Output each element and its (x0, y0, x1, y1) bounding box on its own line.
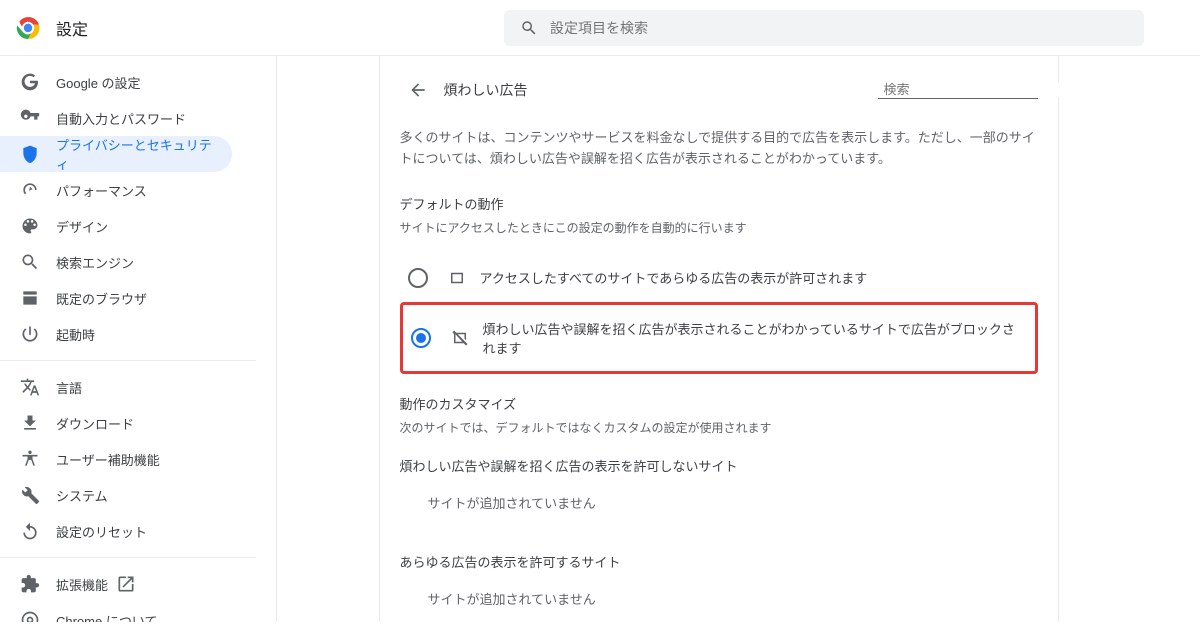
open-external-icon (116, 574, 136, 594)
allow-heading: あらゆる広告の表示を許可するサイト (400, 552, 1038, 571)
shield-icon (20, 144, 40, 164)
chrome-outline-icon (20, 610, 40, 622)
radio-icon (408, 268, 428, 288)
sidebar-item-label: システム (56, 486, 108, 505)
accessibility-icon (20, 449, 40, 469)
sidebar-item-system[interactable]: システム (0, 477, 232, 513)
sidebar-item-performance[interactable]: パフォーマンス (0, 172, 232, 208)
content-title: 煩わしい広告 (444, 80, 878, 100)
palette-icon (20, 216, 40, 236)
sidebar-item-ext[interactable]: 拡張機能 (0, 566, 232, 602)
sidebar-item-label: パフォーマンス (56, 181, 147, 200)
sidebar-item-browser[interactable]: 既定のブラウザ (0, 280, 232, 316)
radio-icon (411, 328, 431, 348)
sidebar-item-a11y[interactable]: ユーザー補助機能 (0, 441, 232, 477)
custom-sub: 次のサイトでは、デフォルトではなくカスタムの設定が使用されます (400, 419, 1038, 436)
sidebar-item-label: 設定のリセット (56, 522, 147, 541)
chrome-logo-icon (16, 16, 40, 40)
content-description: 多くのサイトは、コンテンツやサービスを料金なしで提供する目的で広告を表示します。… (400, 128, 1038, 170)
sidebar-item-label: プライバシーとセキュリティ (56, 135, 212, 173)
sidebar-item-lang[interactable]: 言語 (0, 369, 232, 405)
sidebar-item-label: デザイン (56, 217, 108, 236)
search-input[interactable] (550, 20, 1128, 36)
speed-icon (20, 180, 40, 200)
arrow-back-icon (408, 80, 428, 100)
back-button[interactable] (400, 72, 436, 108)
radio-label: アクセスしたすべてのサイトであらゆる広告の表示が許可されます (480, 268, 868, 287)
sidebar-item-label: Google の設定 (56, 73, 141, 92)
sidebar-item-label: ダウンロード (56, 414, 134, 433)
browser-icon (20, 288, 40, 308)
sidebar-item-privacy[interactable]: プライバシーとセキュリティ (0, 136, 232, 172)
empty-allow-list: サイトが追加されていません (400, 577, 1038, 628)
divider (0, 557, 256, 558)
content-search-input[interactable] (884, 82, 1060, 97)
google-g-icon (20, 72, 40, 92)
sidebar-item-design[interactable]: デザイン (0, 208, 232, 244)
sidebar-item-label: 起動時 (56, 325, 95, 344)
translate-icon (20, 377, 40, 397)
page-title: 設定 (56, 16, 88, 40)
default-sub: サイトにアクセスしたときにこの設定の動作を自動的に行います (400, 219, 1038, 236)
sidebar-item-label: 既定のブラウザ (56, 289, 147, 308)
wrench-icon (20, 485, 40, 505)
sidebar-item-search[interactable]: 検索エンジン (0, 244, 232, 280)
sidebar-item-label: 検索エンジン (56, 253, 134, 272)
radio-label: 煩わしい広告や誤解を招く広告が表示されることがわかっているサイトで広告がブロック… (483, 319, 1027, 357)
sidebar-item-label: 自動入力とパスワード (56, 109, 186, 128)
radio-block-intrusive[interactable]: 煩わしい広告や誤解を招く広告が表示されることがわかっているサイトで広告がブロック… (400, 302, 1038, 374)
search-engine-icon (20, 252, 40, 272)
sidebar-item-dl[interactable]: ダウンロード (0, 405, 232, 441)
search-icon (520, 19, 538, 37)
block-heading: 煩わしい広告や誤解を招く広告の表示を許可しないサイト (400, 456, 1038, 475)
extension-icon (20, 574, 40, 594)
default-heading: デフォルトの動作 (400, 194, 1038, 213)
download-icon (20, 413, 40, 433)
radio-allow-all[interactable]: アクセスしたすべてのサイトであらゆる広告の表示が許可されます (400, 254, 1038, 302)
sidebar-item-about[interactable]: Chrome について (0, 602, 232, 622)
key-icon (20, 108, 40, 128)
reset-icon (20, 521, 40, 541)
power-icon (20, 324, 40, 344)
header-search[interactable] (504, 10, 1144, 46)
custom-heading: 動作のカスタマイズ (400, 394, 1038, 413)
sidebar: Google の設定 自動入力とパスワード プライバシーとセキュリティ パフォー… (0, 56, 256, 622)
empty-block-list: サイトが追加されていません (400, 481, 1038, 532)
sidebar-item-label: 言語 (56, 378, 82, 397)
sidebar-item-label: ユーザー補助機能 (56, 450, 160, 469)
sidebar-item-google[interactable]: Google の設定 (0, 64, 232, 100)
sidebar-item-label: 拡張機能 (56, 575, 108, 594)
sidebar-item-label: Chrome について (56, 611, 157, 623)
content-search[interactable] (878, 82, 1038, 99)
divider (0, 360, 256, 361)
frame-off-icon (451, 329, 469, 347)
sidebar-item-autofill[interactable]: 自動入力とパスワード (0, 100, 232, 136)
frame-icon (448, 269, 466, 287)
sidebar-item-startup[interactable]: 起動時 (0, 316, 232, 352)
sidebar-item-reset[interactable]: 設定のリセット (0, 513, 232, 549)
